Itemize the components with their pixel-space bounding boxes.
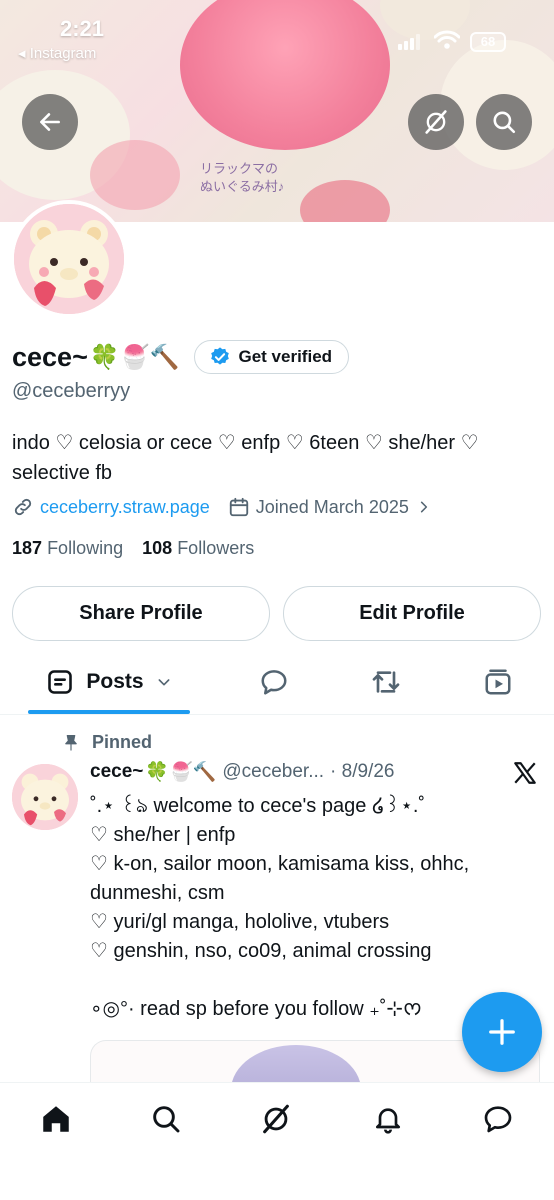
followers-label: Followers [177, 538, 255, 558]
share-profile-button[interactable]: Share Profile [12, 586, 270, 641]
link-icon [14, 498, 32, 516]
nav-search[interactable] [146, 1099, 186, 1139]
following-count: 187 [12, 538, 43, 558]
pin-icon [65, 734, 77, 750]
chevron-right-icon[interactable] [417, 500, 431, 514]
grok-icon [263, 1104, 289, 1134]
calendar-icon [229, 497, 248, 517]
profile-bio: indo ♡ celosia or cece ♡ enfp ♡ 6teen ♡ … [12, 432, 479, 484]
status-bar: 2:21 ◂ Instagram 68 [0, 0, 554, 70]
profile-name-row: cece~ 🍀🍧🔨 Get verified [12, 340, 350, 374]
post-text: ˚.⋆ ꒰ঌ welcome to cece's page ໒꒱⋆.˚ ♡ sh… [90, 795, 470, 1020]
post-author-avatar[interactable] [12, 764, 78, 830]
profile-tabs: Posts [0, 652, 554, 714]
plus-icon [489, 1019, 515, 1045]
back-button[interactable] [22, 94, 78, 150]
nav-notifications[interactable] [368, 1099, 408, 1139]
profile-website-link[interactable]: ceceberry.straw.page [40, 497, 210, 518]
profile-meta: ceceberry.straw.page Joined March 2025 [12, 496, 431, 518]
profile-handle: @ceceberryy [12, 380, 131, 402]
following-link[interactable]: 187 Following [12, 538, 123, 558]
followers-count: 108 [142, 538, 173, 558]
post-author-emojis: 🍀🍧🔨 [145, 762, 217, 783]
banner-caption: リラックマの ぬいぐるみ村♪ [200, 161, 285, 194]
get-verified-button[interactable]: Get verified [193, 340, 350, 374]
search-icon [153, 1106, 180, 1133]
nav-grok[interactable] [256, 1099, 296, 1139]
tab-posts-label: Posts [86, 670, 144, 693]
post-author-name[interactable]: cece~ [90, 761, 143, 783]
grok-button[interactable] [408, 94, 464, 150]
bell-icon [376, 1108, 400, 1134]
following-label: Following [47, 538, 124, 558]
back-to-app-link[interactable]: ◂ Instagram [18, 44, 96, 62]
post-header: cece~ 🍀🍧🔨 @ceceber... · 8/9/26 [90, 760, 470, 784]
get-verified-label: Get verified [238, 347, 333, 366]
joined-date: Joined March 2025 [255, 496, 409, 517]
followers-link[interactable]: 108 Followers [142, 538, 254, 558]
tab-replies[interactable] [248, 652, 300, 712]
pinned-label: Pinned [92, 732, 153, 752]
display-name: cece~ [12, 341, 88, 372]
compose-button[interactable] [462, 992, 542, 1072]
x-logo-icon [514, 762, 536, 784]
posts-icon [48, 670, 73, 694]
search-icon [493, 111, 516, 134]
grok-icon [425, 110, 447, 134]
pinned-indicator: Pinned [62, 732, 152, 753]
message-icon [484, 1106, 512, 1133]
tabs-divider [0, 714, 554, 715]
name-emojis: 🍀🍧🔨 [89, 343, 180, 371]
reply-icon [261, 670, 287, 695]
bear-avatar-image [12, 764, 78, 830]
home-icon [43, 1106, 69, 1132]
search-button[interactable] [476, 94, 532, 150]
wifi-icon [434, 30, 460, 49]
nav-home[interactable] [36, 1099, 76, 1139]
tab-posts[interactable]: Posts [28, 652, 190, 712]
signal-icon [398, 34, 420, 50]
chevron-down-icon [158, 679, 170, 686]
follow-stats: 187 Following 108 Followers [12, 538, 254, 559]
profile-avatar[interactable] [10, 200, 128, 318]
edit-profile-button[interactable]: Edit Profile [283, 586, 541, 641]
post-author-handle[interactable]: @ceceber... [222, 761, 324, 783]
tab-reposts[interactable] [360, 652, 412, 712]
back-arrow-icon [40, 113, 60, 131]
nav-messages[interactable] [478, 1099, 518, 1139]
tab-media[interactable] [472, 652, 524, 712]
battery-indicator: 68 [470, 32, 506, 52]
verified-badge-icon [210, 347, 229, 365]
video-icon [485, 669, 511, 695]
bottom-navigation [0, 1082, 554, 1200]
bear-avatar-image [14, 204, 124, 314]
status-time: 2:21 [60, 16, 105, 41]
repost-icon [372, 671, 400, 693]
post-date[interactable]: · 8/9/26 [330, 761, 394, 783]
